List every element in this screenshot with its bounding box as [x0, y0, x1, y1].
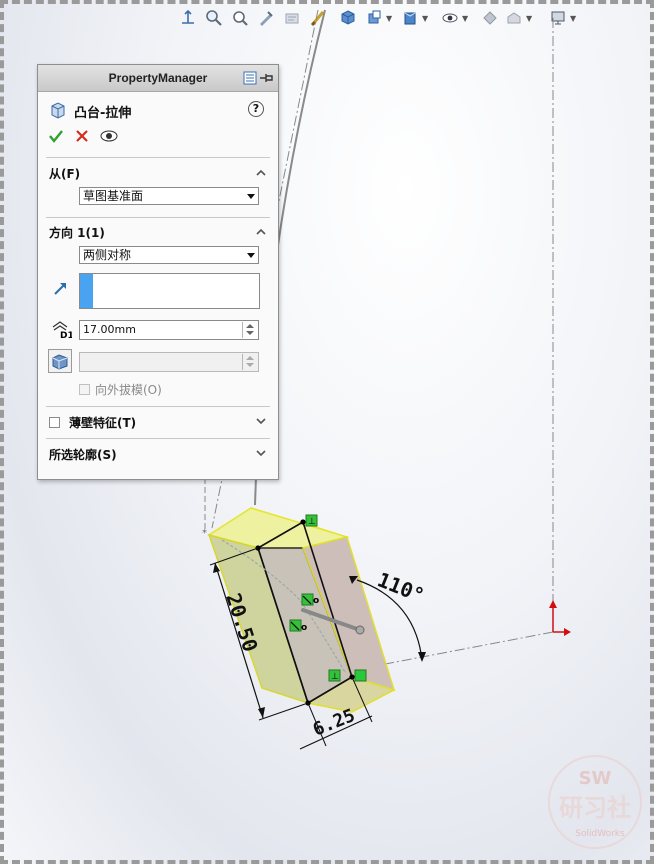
svg-text:o: o [313, 596, 319, 606]
direction-arrow-icon[interactable] [50, 277, 72, 299]
selection-focus-bar [80, 274, 93, 308]
draft-angle-input[interactable] [79, 352, 259, 372]
from-start-condition-value: 草图基准面 [83, 189, 144, 203]
origin-mark: * [202, 528, 207, 539]
axis-line [379, 631, 554, 666]
divider [46, 217, 270, 218]
svg-text:110°: 110° [374, 567, 428, 607]
section-from-title[interactable]: 从(F) [49, 165, 80, 182]
draft-outward-checkbox[interactable] [79, 384, 90, 395]
chevron-down-icon [247, 194, 255, 199]
thin-feature-checkbox[interactable] [49, 417, 60, 428]
boss-extrude-icon [51, 102, 65, 119]
svg-text:⊥: ⊥ [308, 517, 316, 527]
section-thin-feature[interactable]: 薄壁特征(T) [49, 414, 136, 431]
svg-text:⊥: ⊥ [331, 672, 339, 682]
draft-angle-spinner[interactable] [242, 354, 257, 370]
property-manager: PropertyManager 凸台-拉伸 ? 从(F) 草图基准面 方向 1(… [37, 64, 279, 480]
depth-input[interactable]: 17.00mm [79, 320, 259, 340]
svg-text:SolidWorks: SolidWorks [575, 829, 625, 839]
feature-title: 凸台-拉伸 [74, 106, 132, 121]
svg-text:D1: D1 [60, 331, 72, 340]
direction-reference-selection-box[interactable] [79, 273, 260, 309]
help-button[interactable]: ? [248, 101, 264, 117]
draft-outward-label: 向外拔模(O) [95, 383, 162, 397]
ok-checkmark-icon[interactable] [48, 128, 64, 144]
chevron-up-icon[interactable] [256, 168, 266, 178]
depth-spinner[interactable] [242, 322, 257, 338]
pin-icon[interactable] [242, 70, 274, 86]
divider [46, 406, 270, 407]
origin-triad-icon [549, 600, 571, 636]
relation-coincident-1[interactable]: o [301, 593, 319, 606]
draft-icon [52, 354, 68, 370]
pm-header: PropertyManager [38, 65, 278, 92]
svg-text:6.25: 6.25 [310, 705, 358, 741]
end-condition-select[interactable]: 两侧对称 [79, 246, 259, 264]
relation-perpendicular-bottom[interactable]: ⊥ [328, 669, 341, 682]
relation-grid-bottom[interactable] [354, 669, 367, 682]
section-selected-contours-title[interactable]: 所选轮廓(S) [49, 446, 117, 463]
section-direction1-title[interactable]: 方向 1(1) [49, 224, 105, 241]
pm-title: PropertyManager [108, 71, 208, 85]
sketch-point[interactable] [300, 519, 306, 525]
chevron-up-icon[interactable] [256, 227, 266, 237]
draft-outward-option[interactable]: 向外拔模(O) [79, 381, 162, 398]
chevron-down-icon[interactable] [256, 416, 266, 426]
thin-feature-label: 薄壁特征(T) [69, 416, 137, 430]
chevron-down-icon [247, 253, 255, 258]
relation-perpendicular-top[interactable]: ⊥ [305, 514, 318, 527]
divider [46, 157, 270, 158]
svg-text:研习社: 研习社 [559, 794, 631, 822]
preview-eye-icon[interactable] [99, 128, 119, 144]
divider [46, 438, 270, 439]
chevron-down-icon[interactable] [256, 448, 266, 458]
end-condition-value: 两侧对称 [83, 248, 132, 262]
depth-dimension-icon: D1 [52, 321, 72, 340]
svg-text:o: o [301, 623, 307, 633]
svg-text:SW: SW [579, 768, 612, 789]
watermark-logo: SW 研习社 SolidWorks [548, 755, 642, 849]
cancel-x-icon[interactable] [75, 129, 89, 143]
draft-toggle-button[interactable] [48, 349, 72, 373]
depth-value: 17.00mm [83, 323, 136, 336]
from-start-condition-select[interactable]: 草图基准面 [79, 187, 259, 205]
